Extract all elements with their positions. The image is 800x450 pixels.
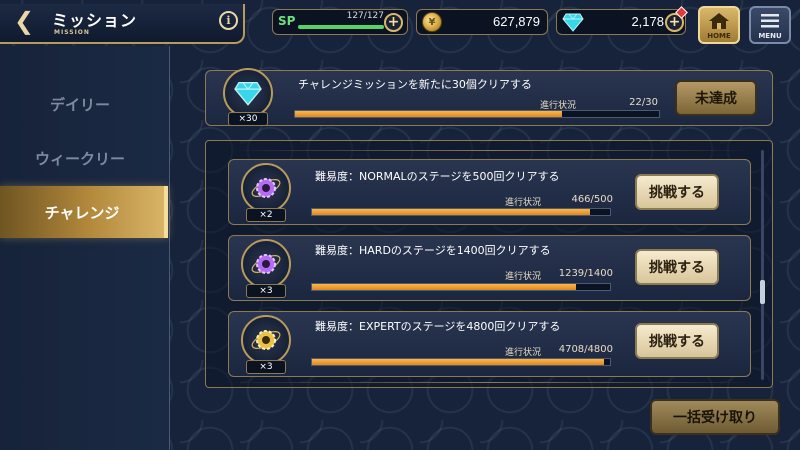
list-divider [230,382,750,383]
progress-label: 進行状況 [505,198,542,208]
reward-medal [241,239,291,289]
scrollbar-thumb[interactable] [760,280,765,304]
reward-count: ×30 [228,112,268,126]
coin-value: 627,879 [493,14,540,29]
gem-value: 2,178 [631,14,664,29]
home-icon [709,13,729,29]
back-arrow-icon: ❮ [13,7,35,35]
mission-text: 難易度：HARDのステージを1400回クリアする [315,244,551,257]
tab-challenge[interactable]: チャレンジ [0,186,168,238]
gold-gear-icon [251,330,281,350]
menu-button[interactable]: MENU [749,6,791,44]
progress-value: 4708/4800 [558,344,613,355]
challenge-button[interactable]: 挑戦する [635,174,719,210]
sp-value: 127/127 [346,11,384,21]
hamburger-icon [761,14,779,28]
mission-text: 難易度：EXPERTのステージを4800回クリアする [315,320,561,333]
reward-count: ×3 [246,284,286,298]
mission-reward: ×2 [238,159,294,225]
page-title: ミッション [52,11,138,30]
mission-text: チャレンジミッションを新たに30個クリアする [298,78,532,91]
list-divider [230,150,750,151]
tab-daily[interactable]: デイリー [0,82,160,126]
back-button[interactable]: ❮ [4,4,44,38]
reward-count: ×3 [246,360,286,374]
progress-label: 進行状況 [505,272,542,282]
scrollbar-track[interactable] [761,150,764,380]
menu-label: MENU [758,32,782,40]
reward-medal [241,163,291,213]
sp-bar [298,25,384,29]
page-subtitle: MISSION [54,29,90,36]
reward-count: ×2 [246,208,286,222]
sp-add-button[interactable]: + [384,13,403,32]
sp-label: SP [278,14,296,28]
mission-reward: ×3 [238,311,294,377]
progress-value: 1239/1400 [558,268,613,279]
info-icon[interactable]: i [219,11,238,30]
home-label: HOME [707,32,731,40]
progress-bar-fill [312,359,605,365]
challenge-button[interactable]: 挑戦する [635,249,719,285]
progress-bar [311,283,611,291]
progress-label: 進行状況 [505,348,542,358]
purple-gear-icon [251,254,281,274]
top-bar: ❮ ミッション MISSION i SP 127/127 + ¥ 627,879… [0,0,800,46]
sp-bar-fill [298,25,384,29]
progress-bar-fill [312,284,576,290]
mission-reward: ×3 [238,235,294,301]
mission-text: 難易度：NORMALのステージを500回クリアする [315,170,560,183]
status-badge: 未達成 [675,80,757,116]
tab-weekly[interactable]: ウィークリー [0,136,160,180]
reward-medal [241,315,291,365]
reward-medal [223,68,273,118]
progress-bar [294,110,660,118]
diamond-icon [234,81,262,106]
progress-bar [311,358,611,366]
featured-reward: ×30 [218,68,278,126]
home-button[interactable]: HOME [698,6,740,44]
claim-all-button[interactable]: 一括受け取り [650,399,780,435]
progress-bar [311,208,611,216]
progress-value: 466/500 [571,194,613,205]
progress-bar-fill [295,111,562,117]
coin-icon: ¥ [422,12,442,32]
diamond-icon [562,13,584,32]
purple-gear-icon [251,178,281,198]
progress-value: 22/30 [629,97,658,108]
challenge-button[interactable]: 挑戦する [635,323,719,359]
progress-bar-fill [312,209,590,215]
